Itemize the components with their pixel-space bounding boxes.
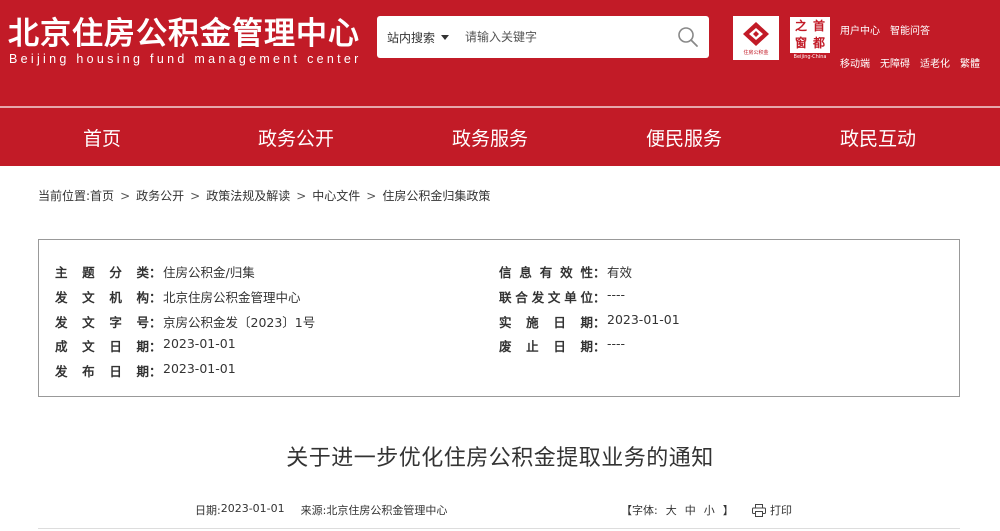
logo2-glyph: 之	[794, 19, 807, 33]
document-title: 关于进一步优化住房公积金提取业务的通知	[286, 446, 714, 471]
meta-label: 发布日期	[55, 364, 149, 379]
mobile-link[interactable]: 移动端	[840, 55, 870, 70]
breadcrumb: 当前位置:首页 > 政务公开 > 政策法规及解读 > 中心文件 > 住房公积金归集政策	[38, 187, 490, 204]
top-links-row1: 用户中心 智能问答	[840, 22, 980, 37]
meta-colon: ：	[149, 364, 162, 379]
nav-item-home[interactable]: 首页	[5, 124, 199, 151]
font-size-controls: 【字体: 大 中 小 】	[621, 502, 734, 518]
meta-label: 发文机构	[55, 290, 149, 305]
meta-row: 信息有效性：有效	[499, 262, 632, 281]
traditional-chinese-link[interactable]: 繁體	[960, 55, 980, 70]
font-medium-button[interactable]: 中	[685, 502, 696, 518]
meta-label: 主题分类	[55, 265, 149, 280]
meta-colon: ：	[593, 339, 606, 354]
nav-item-public-services[interactable]: 便民服务	[587, 124, 781, 151]
meta-value: ----	[607, 336, 626, 351]
logo2-glyph: 首	[812, 19, 825, 33]
divider	[38, 528, 960, 529]
search-input[interactable]	[465, 30, 666, 44]
meta-value: 有效	[607, 265, 633, 280]
font-large-button[interactable]: 大	[666, 502, 677, 518]
diamond-logo-icon	[743, 22, 769, 46]
meta-value: 北京住房公积金管理中心	[163, 290, 301, 305]
search-scope-label: 站内搜索	[387, 30, 436, 45]
site-header: 北京住房公积金管理中心 Beijing housing fund managem…	[0, 0, 1000, 106]
smart-qa-link[interactable]: 智能问答	[890, 22, 930, 37]
site-subtitle: Beijing housing fund management center	[9, 52, 362, 66]
meta-row: 发布日期： 2023-01-01	[55, 361, 236, 380]
meta-label: 信息有效性	[499, 265, 593, 280]
print-label: 打印	[770, 504, 792, 517]
logo2-glyph: 都	[812, 36, 825, 50]
meta-colon: ：	[593, 265, 606, 280]
meta-value: 2023-01-01	[607, 312, 680, 327]
logo2-glyph-box: 之 首 窗 都	[790, 16, 830, 53]
chevron-down-icon	[441, 34, 450, 40]
user-center-link[interactable]: 用户中心	[840, 22, 880, 37]
document-date: 2023-01-01	[220, 502, 285, 515]
housing-fund-logo[interactable]: 住房公积金	[733, 16, 779, 60]
logo2-caption: Beijing·China	[793, 53, 827, 60]
meta-row: 发文机构：北京住房公积金管理中心	[55, 287, 301, 306]
meta-label: 发文字号	[55, 315, 149, 330]
meta-colon: ：	[149, 339, 162, 354]
meta-label: 成文日期	[55, 339, 149, 354]
elderly-mode-link[interactable]: 适老化	[920, 55, 950, 70]
nav-item-government-services[interactable]: 政务服务	[393, 124, 587, 151]
top-links-row2: 移动端 无障碍 适老化 繁體	[840, 55, 980, 70]
meta-colon: ：	[149, 265, 162, 280]
breadcrumb-separator: >	[120, 189, 131, 203]
font-small-button[interactable]: 小	[704, 502, 715, 518]
breadcrumb-item[interactable]: 首页	[90, 189, 114, 203]
breadcrumb-separator: >	[296, 189, 307, 203]
main-nav: 首页 政务公开 政务服务 便民服务 政民互动	[0, 106, 1000, 166]
document-source: 北京住房公积金管理中心	[326, 504, 448, 517]
breadcrumb-item[interactable]: 政务公开	[136, 189, 184, 203]
search-icon[interactable]	[677, 26, 699, 48]
meta-value: 2023-01-01	[163, 336, 236, 351]
print-button[interactable]: 打印	[752, 502, 792, 518]
breadcrumb-separator: >	[366, 189, 377, 203]
nav-item-government-affairs[interactable]: 政务公开	[199, 124, 393, 151]
date-label: 日期:	[195, 504, 221, 517]
meta-label: 废止日期	[499, 339, 593, 354]
meta-label: 联合发文单位	[499, 290, 593, 305]
document-info: 日期: 2023-01-01 来源: 北京住房公积金管理中心	[195, 502, 447, 518]
font-size-label: 【字体:	[621, 504, 658, 517]
meta-row: 废止日期： ----	[499, 336, 625, 355]
meta-colon: ：	[593, 315, 606, 330]
printer-icon	[752, 503, 766, 517]
meta-colon: ：	[149, 290, 162, 305]
breadcrumb-item[interactable]: 中心文件	[312, 189, 360, 203]
search-scope-select[interactable]: 站内搜索	[387, 29, 450, 46]
meta-colon: ：	[149, 315, 162, 330]
top-links: 用户中心 智能问答 移动端 无障碍 适老化 繁體	[840, 22, 980, 70]
meta-value: 2023-01-01	[163, 361, 236, 376]
meta-row: 实施日期： 2023-01-01	[499, 312, 680, 331]
meta-label: 实施日期	[499, 315, 593, 330]
meta-value: 京房公积金发〔2023〕1号	[163, 315, 316, 330]
source-label: 来源:	[300, 504, 327, 517]
site-title[interactable]: 北京住房公积金管理中心	[8, 8, 360, 53]
breadcrumb-item[interactable]: 住房公积金归集政策	[382, 189, 490, 203]
breadcrumb-label: 当前位置:	[38, 189, 91, 203]
logo2-glyph: 窗	[794, 36, 807, 50]
meta-value: 住房公积金/归集	[163, 265, 255, 280]
search-box: 站内搜索	[377, 16, 709, 58]
meta-row: 发文字号：京房公积金发〔2023〕1号	[55, 312, 315, 331]
breadcrumb-separator: >	[190, 189, 201, 203]
font-size-close: 】	[722, 504, 734, 517]
breadcrumb-item[interactable]: 政策法规及解读	[206, 189, 290, 203]
document-metadata-table: 主题分类：住房公积金/归集 发文机构：北京住房公积金管理中心 发文字号：京房公积…	[38, 239, 960, 397]
capital-window-logo[interactable]: 之 首 窗 都 Beijing·China	[787, 16, 833, 60]
meta-colon: ：	[593, 290, 606, 305]
meta-row: 成文日期： 2023-01-01	[55, 336, 236, 355]
nav-item-interaction[interactable]: 政民互动	[781, 124, 975, 151]
meta-row: 联合发文单位： ----	[499, 287, 625, 306]
logo1-caption: 住房公积金	[743, 50, 769, 56]
meta-row: 主题分类：住房公积金/归集	[55, 262, 255, 281]
meta-value: ----	[607, 287, 626, 302]
accessibility-link[interactable]: 无障碍	[880, 55, 910, 70]
